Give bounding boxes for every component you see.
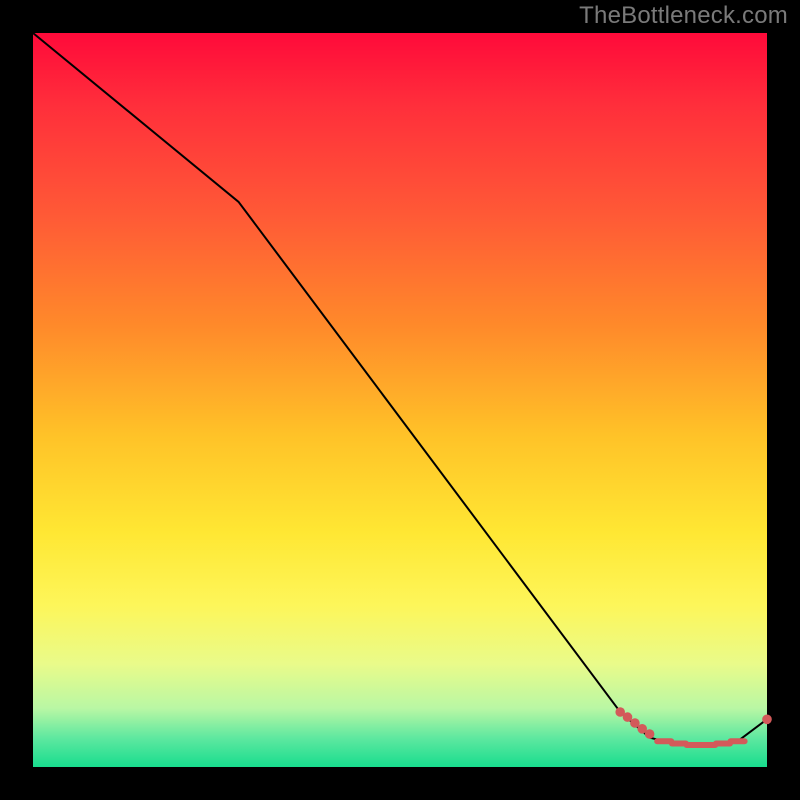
plot-area — [33, 33, 767, 767]
watermark-text: TheBottleneck.com — [579, 2, 788, 30]
chart-frame: { "watermark": "TheBottleneck.com", "cha… — [0, 0, 800, 800]
